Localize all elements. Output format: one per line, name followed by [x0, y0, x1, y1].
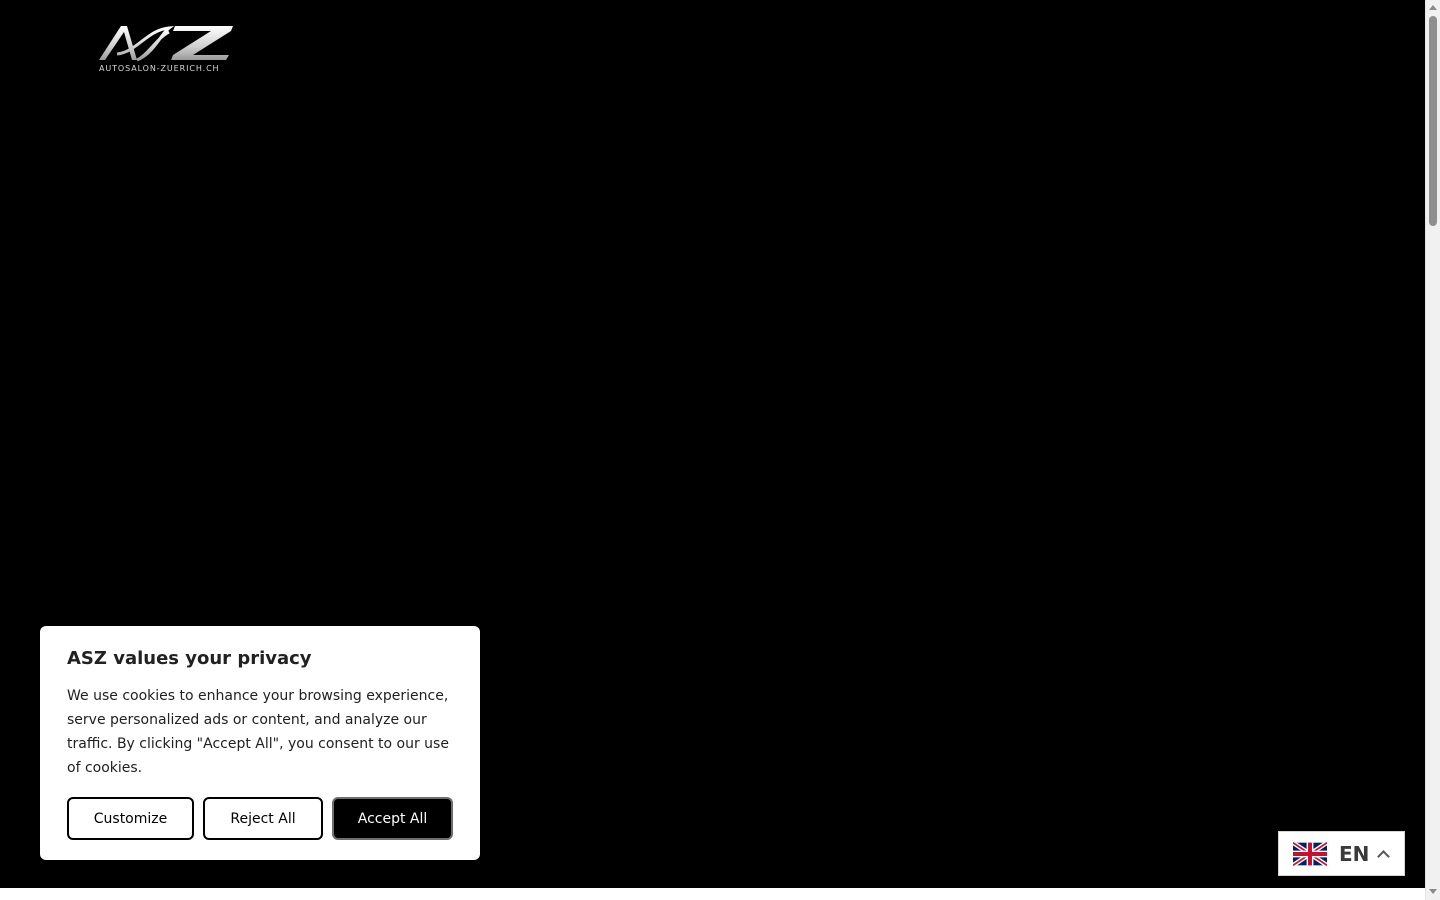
bottom-strip — [0, 888, 1425, 900]
scrollbar-thumb[interactable] — [1429, 16, 1437, 226]
accept-all-button[interactable]: Accept All — [332, 797, 453, 840]
chevron-up-icon — [1377, 849, 1391, 863]
scroll-down-arrow-icon[interactable] — [1429, 889, 1437, 894]
reject-all-button[interactable]: Reject All — [203, 797, 323, 840]
logo-subtitle: AUTOSALON-ZUERICH.CH — [99, 64, 220, 73]
vertical-scrollbar[interactable] — [1425, 0, 1440, 900]
site-logo[interactable]: AUTOSALON-ZUERICH.CH — [97, 24, 237, 76]
language-switcher[interactable]: EN — [1278, 831, 1405, 876]
page-background: AUTOSALON-ZUERICH.CH ASZ values your pri… — [0, 0, 1425, 888]
cookie-banner-text: We use cookies to enhance your browsing … — [67, 688, 449, 776]
cookie-banner-title: ASZ values your privacy — [67, 648, 312, 669]
asz-logo-mark — [99, 26, 233, 62]
uk-flag-icon — [1293, 840, 1327, 867]
customize-button[interactable]: Customize — [67, 797, 194, 840]
scroll-up-arrow-icon[interactable] — [1429, 5, 1437, 10]
cookie-button-row: Customize Reject All Accept All — [67, 797, 453, 840]
cookie-consent-banner: ASZ values your privacy We use cookies t… — [40, 626, 480, 860]
language-label: EN — [1339, 841, 1370, 866]
